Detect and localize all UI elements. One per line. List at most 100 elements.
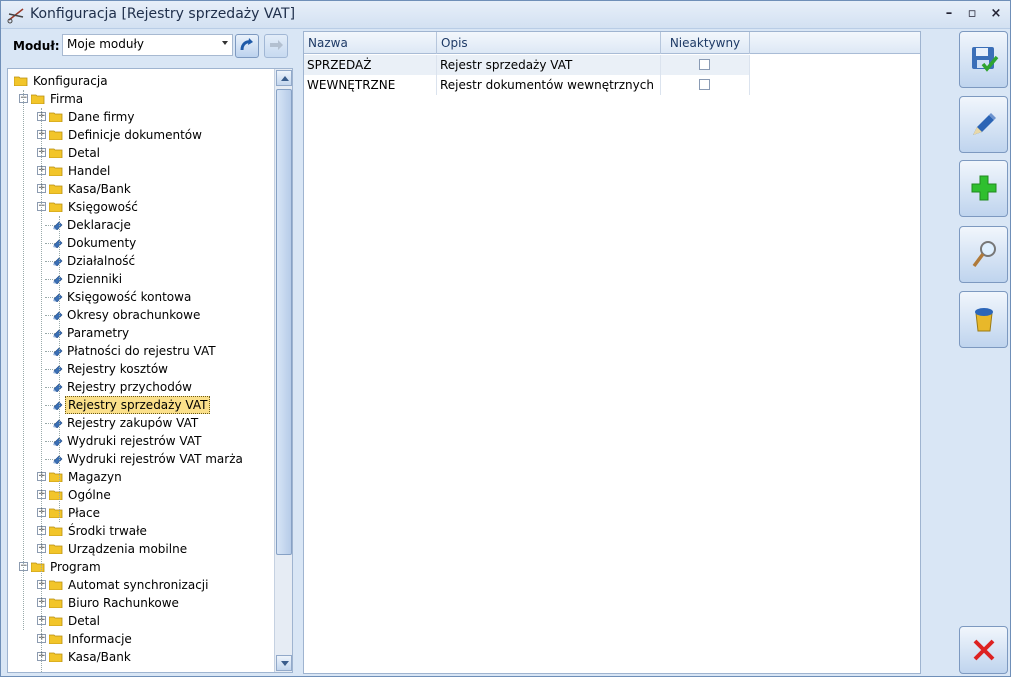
tree-item-label: Dzienniki	[67, 272, 123, 286]
tree-item[interactable]: + Płace	[8, 504, 274, 522]
tree-item[interactable]: − Firma	[8, 90, 274, 108]
maximize-button[interactable]: ▫	[964, 6, 980, 22]
column-header-opis[interactable]: Opis	[437, 32, 661, 54]
tree-item[interactable]: + Biuro Rachunkowe	[8, 594, 274, 612]
folder-icon	[14, 76, 28, 86]
tree-connector	[41, 630, 42, 672]
grid-header: Nazwa Opis Nieaktywny	[304, 32, 920, 54]
save-button[interactable]	[959, 31, 1008, 88]
add-button[interactable]	[959, 160, 1008, 217]
tree-item[interactable]: + Magazyn	[8, 468, 274, 486]
tree-item[interactable]: + Detal	[8, 144, 274, 162]
folder-icon	[49, 634, 63, 644]
nieaktywny-checkbox[interactable]	[699, 59, 710, 70]
tree-item-label: Okresy obrachunkowe	[67, 308, 201, 322]
tree-item-label: Automat synchronizacji	[68, 578, 209, 592]
tree-item[interactable]: + Kasa/Bank	[8, 648, 274, 666]
tree-item[interactable]: + Urządzenia mobilne	[8, 540, 274, 558]
tree-item-label: Detal	[68, 614, 101, 628]
scroll-down-button[interactable]	[276, 655, 292, 671]
folder-icon	[49, 490, 63, 500]
forward-button[interactable]	[264, 34, 288, 58]
settings-page-icon	[53, 329, 63, 338]
tree-item[interactable]: + Definicje dokumentów	[8, 126, 274, 144]
minimize-button[interactable]: –	[941, 6, 957, 22]
modul-select[interactable]: Moje moduły	[62, 34, 233, 56]
tree-item-label: Informacje	[68, 632, 132, 646]
tree-item[interactable]: Dokumenty	[8, 234, 274, 252]
tree-item[interactable]: Rejestry sprzedaży VAT	[8, 396, 274, 414]
tree-item-label: Parametry	[67, 326, 130, 340]
tree-item[interactable]: − Program	[8, 558, 274, 576]
tree-item[interactable]: Rejestry kosztów	[8, 360, 274, 378]
tree-item-label: Rejestry przychodów	[67, 380, 192, 394]
settings-page-icon	[53, 455, 63, 464]
scroll-thumb[interactable]	[276, 89, 292, 555]
folder-icon	[49, 508, 63, 518]
tree-item-label: Dokumenty	[67, 236, 137, 250]
tree-item[interactable]: Księgowość kontowa	[8, 288, 274, 306]
tree-item-label: Księgowość	[68, 200, 138, 214]
cell-opis: Rejestr dokumentów wewnętrznych	[437, 75, 661, 95]
tree-item[interactable]: Rejestry przychodów	[8, 378, 274, 396]
tree-item[interactable]: + Detal	[8, 612, 274, 630]
refresh-button[interactable]	[235, 34, 259, 58]
tree-item[interactable]: Wydruki rejestrów VAT marża	[8, 450, 274, 468]
tree-item-label: Biuro Rachunkowe	[68, 596, 179, 610]
tree-item-label: Rejestry sprzedaży VAT	[65, 396, 211, 414]
tree-item-label: Wydruki rejestrów VAT marża	[67, 452, 243, 466]
folder-icon	[49, 112, 63, 122]
edit-button[interactable]	[959, 96, 1008, 153]
column-header-nazwa[interactable]: Nazwa	[304, 32, 437, 54]
tree-item-label: Handel	[68, 164, 111, 178]
folder-icon	[49, 472, 63, 482]
tree-item[interactable]: − Księgowość	[8, 198, 274, 216]
magnifier-icon	[972, 241, 996, 268]
folder-icon	[49, 652, 63, 662]
tree-scrollbar[interactable]	[274, 69, 292, 672]
tree-item[interactable]: + Ogólne	[8, 486, 274, 504]
tree-item-label: Kasa/Bank	[68, 182, 131, 196]
tree-item-label: Płatności do rejestru VAT	[67, 344, 216, 358]
pane-splitter[interactable]	[296, 31, 302, 674]
tree-item[interactable]: + Kasa/Bank	[8, 180, 274, 198]
chevron-down-icon	[281, 661, 289, 666]
settings-page-icon	[53, 257, 63, 266]
tree-item-label: Ogólne	[68, 488, 111, 502]
preview-button[interactable]	[959, 226, 1008, 283]
settings-page-icon	[53, 347, 63, 356]
configuration-tree[interactable]: Konfiguracja − Firma + Dane firmy + Definicje …	[7, 68, 293, 673]
folder-icon	[49, 526, 63, 536]
tree-item-label: Kasa/Bank	[68, 650, 131, 664]
tree-item[interactable]: Wydruki rejestrów VAT	[8, 432, 274, 450]
tree-item[interactable]: Parametry	[8, 324, 274, 342]
settings-page-icon	[53, 311, 63, 320]
tree-connector	[23, 90, 24, 630]
tree-item[interactable]: + Środki trwałe	[8, 522, 274, 540]
delete-button[interactable]	[959, 291, 1008, 348]
tree-item[interactable]: + Handel	[8, 162, 274, 180]
tree-item[interactable]: Rejestry zakupów VAT	[8, 414, 274, 432]
tree-item[interactable]: + Informacje	[8, 630, 274, 648]
table-row[interactable]: SPRZEDAŻ Rejestr sprzedaży VAT	[304, 55, 750, 75]
tree-item[interactable]: + Automat synchronizacji	[8, 576, 274, 594]
tree-item-label: Deklaracje	[67, 218, 131, 232]
column-header-nieaktywny[interactable]: Nieaktywny	[661, 32, 750, 54]
settings-page-icon	[53, 401, 63, 410]
tree-item[interactable]: Konfiguracja	[8, 72, 274, 90]
scroll-up-button[interactable]	[276, 70, 292, 86]
tree-item-label: Rejestry zakupów VAT	[67, 416, 199, 430]
tree-item[interactable]: Dzienniki	[8, 270, 274, 288]
tree-item[interactable]: Okresy obrachunkowe	[8, 306, 274, 324]
close-button[interactable]	[959, 626, 1008, 674]
window-close-button[interactable]: ×	[988, 6, 1004, 22]
tree-item[interactable]: Deklaracje	[8, 216, 274, 234]
table-row[interactable]: WEWNĘTRZNE Rejestr dokumentów wewnętrzny…	[304, 75, 750, 95]
tree-item[interactable]: + Dane firmy	[8, 108, 274, 126]
nieaktywny-checkbox[interactable]	[699, 79, 710, 90]
folder-icon	[49, 166, 63, 176]
tree-item[interactable]: Płatności do rejestru VAT	[8, 342, 274, 360]
tree-item[interactable]: Działalność	[8, 252, 274, 270]
folder-icon	[49, 616, 63, 626]
folder-icon	[49, 184, 63, 194]
